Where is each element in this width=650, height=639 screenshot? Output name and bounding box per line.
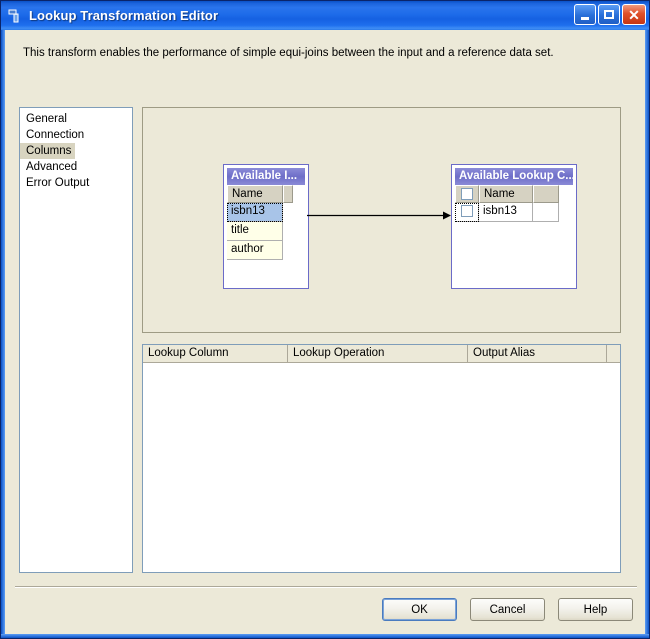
- cancel-button[interactable]: Cancel: [470, 598, 545, 621]
- table-row[interactable]: title: [227, 222, 305, 241]
- title-bar[interactable]: Lookup Transformation Editor ✕: [1, 1, 649, 30]
- lookup-row-filler-cell: [533, 203, 559, 222]
- nav-row: Connection: [20, 127, 132, 143]
- dialog-button-bar: OK Cancel Help: [382, 598, 633, 621]
- column-mapping-diagram[interactable]: Available I... Name isbn13 title author: [142, 107, 621, 333]
- dialog-description: This transform enables the performance o…: [23, 47, 554, 59]
- lookup-column-cell-isbn13[interactable]: isbn13: [479, 203, 533, 222]
- help-button[interactable]: Help: [558, 598, 633, 621]
- window-frame-left: [1, 1, 5, 638]
- sidebar-item-columns[interactable]: Columns: [20, 143, 76, 159]
- close-icon: ✕: [628, 6, 640, 23]
- table-row[interactable]: isbn13: [227, 203, 305, 222]
- window-title: Lookup Transformation Editor: [29, 8, 219, 23]
- nav-row: Advanced: [20, 159, 132, 175]
- nav-row: General: [20, 111, 132, 127]
- select-all-checkbox-icon[interactable]: [461, 188, 473, 200]
- footer-separator: [15, 586, 637, 588]
- lookup-columns-grid-table[interactable]: Lookup Column Lookup Operation Output Al…: [142, 344, 621, 573]
- input-columns-grid[interactable]: Name isbn13 title author: [227, 185, 305, 260]
- lookup-row-checkbox-cell[interactable]: [455, 203, 479, 222]
- lookup-columns-header-row: Name: [455, 185, 573, 203]
- row-checkbox-icon[interactable]: [460, 205, 473, 217]
- sidebar-item-general[interactable]: General: [20, 111, 71, 127]
- page-nav-list[interactable]: General Connection Columns Advanced Erro…: [19, 107, 133, 573]
- sidebar-item-advanced[interactable]: Advanced: [20, 159, 81, 175]
- maximize-icon: [604, 10, 614, 19]
- table-row[interactable]: isbn13: [455, 203, 573, 222]
- grid-header-row: Lookup Column Lookup Operation Output Al…: [143, 345, 620, 363]
- grid-column-output-alias[interactable]: Output Alias: [468, 345, 607, 362]
- available-input-columns-title: Available I...: [227, 168, 305, 185]
- sidebar-item-error-output[interactable]: Error Output: [20, 175, 93, 191]
- input-column-cell-isbn13[interactable]: isbn13: [227, 203, 283, 222]
- grid-column-filler: [607, 345, 620, 362]
- nav-row: Error Output: [20, 175, 132, 191]
- close-button[interactable]: ✕: [622, 4, 646, 25]
- mapping-connector-arrow[interactable]: [307, 211, 451, 220]
- minimize-button[interactable]: [574, 4, 596, 25]
- sidebar-item-connection[interactable]: Connection: [20, 127, 88, 143]
- window-controls: ✕: [574, 4, 646, 25]
- grid-column-lookup-column[interactable]: Lookup Column: [143, 345, 288, 362]
- available-input-columns-box[interactable]: Available I... Name isbn13 title author: [223, 164, 309, 289]
- grid-column-lookup-operation[interactable]: Lookup Operation: [288, 345, 468, 362]
- lookup-transform-icon: [7, 7, 25, 25]
- input-column-cell-title[interactable]: title: [227, 222, 283, 241]
- table-row[interactable]: author: [227, 241, 305, 260]
- input-column-header-filler: [283, 185, 293, 203]
- minimize-icon: [581, 16, 589, 20]
- input-columns-header-row: Name: [227, 185, 305, 203]
- maximize-button[interactable]: [598, 4, 620, 25]
- nav-row: Columns: [20, 143, 132, 159]
- dialog-window: Lookup Transformation Editor ✕ This tran…: [0, 0, 650, 639]
- window-frame-bottom: [1, 634, 649, 638]
- lookup-column-header-checkbox[interactable]: [455, 185, 479, 203]
- ok-button[interactable]: OK: [382, 598, 457, 621]
- lookup-columns-grid[interactable]: Name isbn13: [455, 185, 573, 222]
- available-lookup-columns-box[interactable]: Available Lookup C... Name isbn13: [451, 164, 577, 289]
- lookup-column-header-filler: [533, 185, 559, 203]
- input-column-header-name: Name: [227, 185, 283, 203]
- available-lookup-columns-title: Available Lookup C...: [455, 168, 573, 185]
- input-column-cell-author[interactable]: author: [227, 241, 283, 260]
- window-frame-right: [645, 1, 649, 638]
- lookup-column-header-name: Name: [479, 185, 533, 203]
